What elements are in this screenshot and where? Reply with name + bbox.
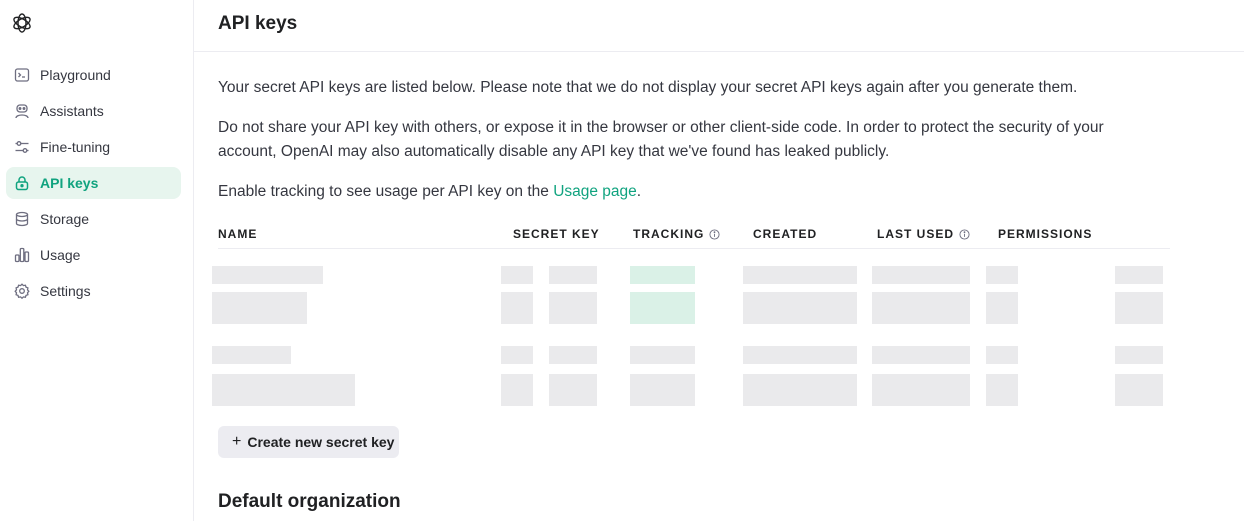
redacted-tracking [630, 292, 695, 324]
column-header-permissions: PERMISSIONS [998, 227, 1092, 241]
table-row[interactable] [212, 258, 1182, 294]
tracking-prefix: Enable tracking to see usage per API key… [218, 183, 554, 200]
tracking-suffix: . [636, 183, 642, 200]
intro-text: Your secret API keys are listed below. P… [218, 79, 1078, 96]
redacted-secret-key [549, 266, 597, 284]
warning-text: Do not share your API key with others, o… [218, 119, 1104, 160]
column-label: NAME [218, 227, 258, 241]
table-row[interactable] [212, 292, 1182, 328]
sidebar-item-label: Settings [40, 283, 91, 299]
sidebar-item-label: Storage [40, 211, 90, 227]
redacted-permissions [986, 266, 1018, 284]
bar-chart-icon [14, 247, 30, 263]
redacted-permissions [986, 346, 1018, 364]
sidebar-item-assistants[interactable]: Assistants [6, 95, 181, 127]
sidebar-item-label: Usage [40, 247, 81, 263]
sidebar-item-label: Fine-tuning [40, 139, 111, 155]
sidebar-item-storage[interactable]: Storage [6, 203, 181, 235]
redacted-action [1115, 374, 1163, 406]
redacted-action [1115, 292, 1163, 324]
api-keys-table-header: NAME SECRET KEY TRACKING CREATED LAST US… [218, 223, 1170, 249]
column-label: LAST USED [877, 227, 955, 241]
sidebar-item-label: API keys [40, 175, 99, 191]
redacted-secret-key [501, 374, 533, 406]
redacted-secret-key [501, 346, 533, 364]
redacted-permissions [986, 292, 1018, 324]
column-label: TRACKING [633, 227, 705, 241]
openai-logo-icon[interactable] [10, 11, 34, 35]
robot-icon [14, 103, 30, 119]
redacted-last-used [872, 266, 970, 284]
redacted-secret-key [549, 292, 597, 324]
redacted-created [743, 374, 857, 406]
redacted-name [212, 374, 355, 406]
create-secret-key-label: Create new secret key [247, 434, 395, 450]
terminal-icon [14, 67, 30, 83]
table-row[interactable] [212, 338, 1182, 374]
lock-icon [14, 175, 30, 191]
column-label: SECRET KEY [513, 227, 600, 241]
info-icon[interactable] [959, 228, 970, 240]
column-label: CREATED [753, 227, 818, 241]
sidebar-item-usage[interactable]: Usage [6, 239, 181, 271]
redacted-action [1115, 266, 1163, 284]
redacted-tracking [630, 346, 695, 364]
table-row[interactable] [212, 374, 1182, 410]
redacted-permissions [986, 374, 1018, 406]
redacted-last-used [872, 292, 970, 324]
column-header-last-used: LAST USED [877, 227, 970, 241]
redacted-created [743, 346, 857, 364]
database-icon [14, 211, 30, 227]
tracking-text: Enable tracking to see usage per API key… [218, 180, 1178, 204]
redacted-created [743, 266, 857, 284]
column-header-secret-key: SECRET KEY [513, 227, 600, 241]
page-header: API keys [194, 0, 1244, 52]
column-label: PERMISSIONS [998, 227, 1093, 241]
sidebar-item-label: Playground [40, 67, 111, 83]
redacted-name [212, 292, 307, 324]
redacted-name [212, 346, 291, 364]
column-header-created: CREATED [753, 227, 817, 241]
column-header-tracking: TRACKING [633, 227, 720, 241]
redacted-tracking [630, 374, 695, 406]
redacted-secret-key [549, 346, 597, 364]
sidebar-item-label: Assistants [40, 103, 104, 119]
redacted-tracking [630, 266, 695, 284]
redacted-action [1115, 346, 1163, 364]
redacted-secret-key [501, 266, 533, 284]
sidebar-item-fine-tuning[interactable]: Fine-tuning [6, 131, 181, 163]
plus-icon: + [232, 433, 242, 450]
sidebar: Playground Assistants Fine-tuning API ke… [0, 0, 194, 521]
column-header-name: NAME [218, 227, 257, 241]
sidebar-item-api-keys[interactable]: API keys [6, 167, 181, 199]
redacted-name [212, 266, 323, 284]
create-secret-key-button[interactable]: + Create new secret key [218, 426, 399, 458]
sidebar-item-settings[interactable]: Settings [6, 275, 181, 307]
gear-icon [14, 283, 30, 299]
redacted-secret-key [501, 292, 533, 324]
sliders-icon [14, 139, 30, 155]
page-title: API keys [218, 13, 298, 34]
info-icon[interactable] [709, 228, 720, 240]
sidebar-nav: Playground Assistants Fine-tuning API ke… [6, 59, 181, 311]
redacted-created [743, 292, 857, 324]
sidebar-item-playground[interactable]: Playground [6, 59, 181, 91]
redacted-secret-key [549, 374, 597, 406]
redacted-last-used [872, 374, 970, 406]
usage-page-link[interactable]: Usage page [553, 183, 637, 200]
section-title-default-organization: Default organization [218, 491, 401, 512]
redacted-last-used [872, 346, 970, 364]
